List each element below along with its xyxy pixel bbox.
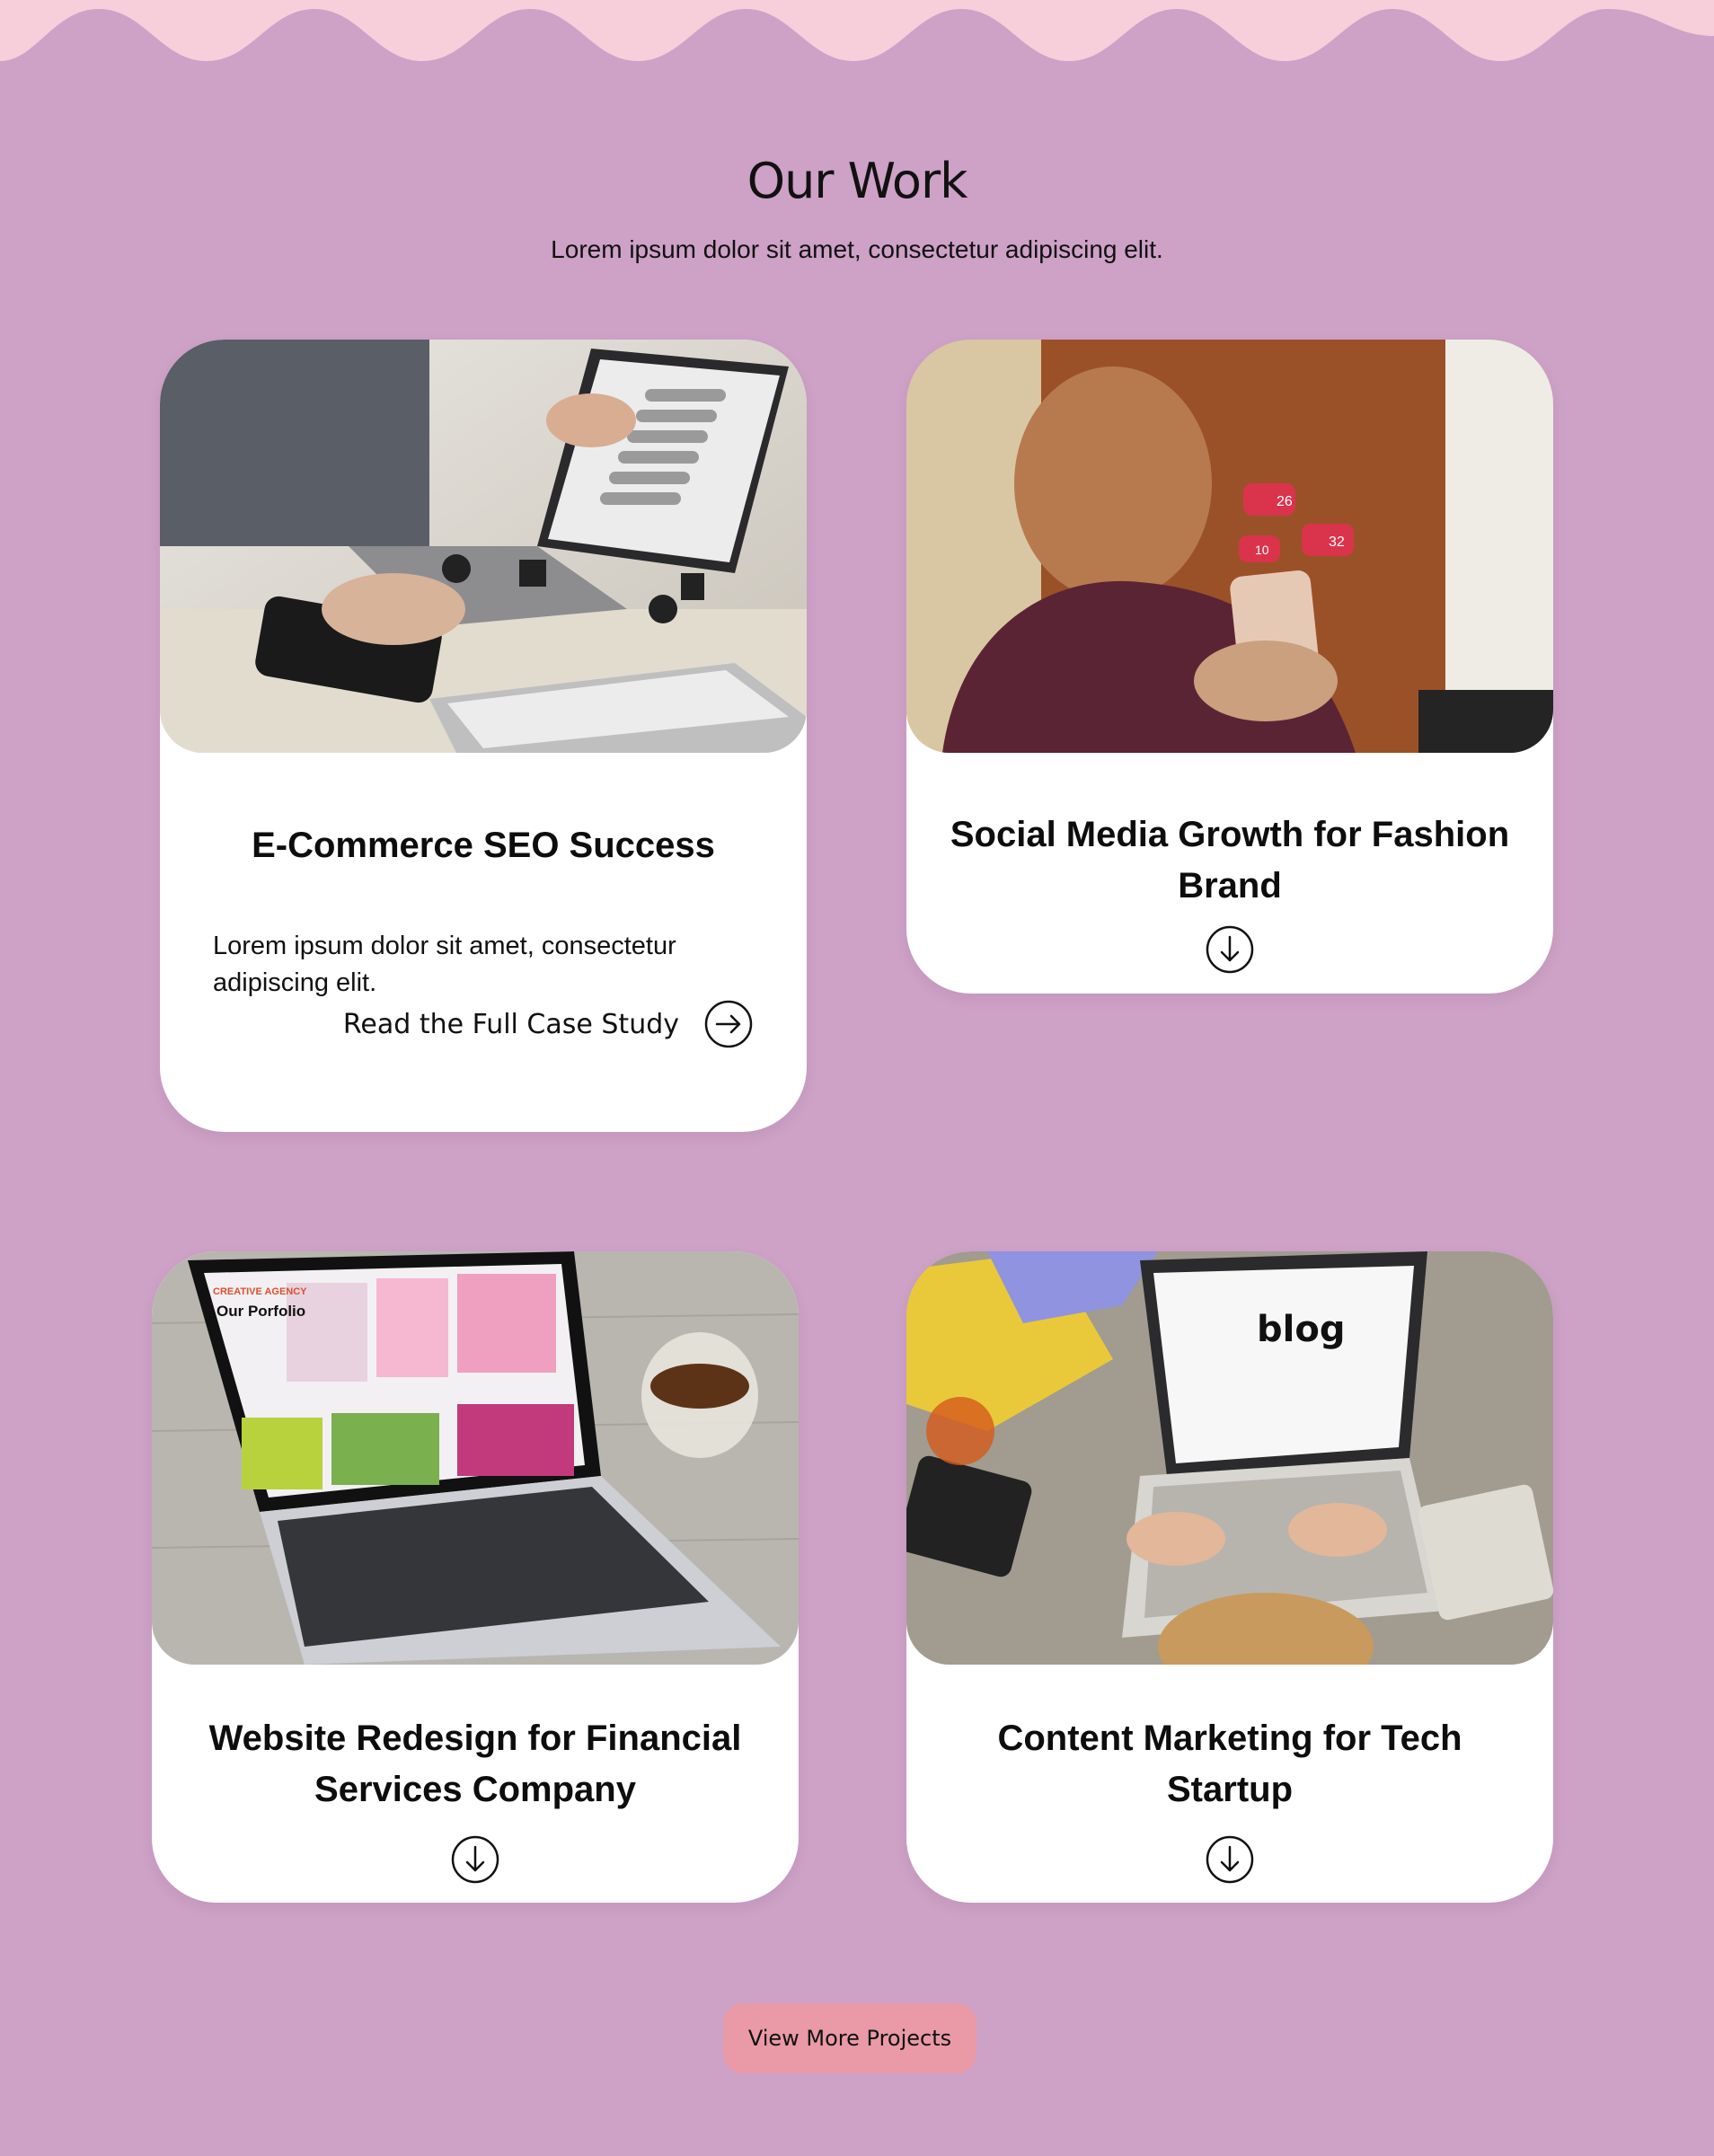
read-case-study-link[interactable]: Read the Full Case Study xyxy=(343,1000,753,1048)
card-title: E-Commerce SEO Success xyxy=(252,826,715,865)
arrow-down-circle-icon[interactable] xyxy=(1206,925,1254,978)
image-text-portfolio: Our Porfolio xyxy=(216,1303,305,1320)
image-text-blog: blog xyxy=(1257,1309,1345,1350)
card-description: Lorem ipsum dolor sit amet, consectetur … xyxy=(213,932,676,997)
top-wave-decoration xyxy=(0,0,1714,61)
card-title: Content Marketing for Tech Startup xyxy=(997,1719,1462,1809)
badge-32: 32 xyxy=(1329,535,1345,550)
view-more-projects-button[interactable]: View More Projects xyxy=(723,2003,976,2073)
case-study-card-ecommerce-seo[interactable]: E-Commerce SEO Success Lorem ipsum dolor… xyxy=(160,340,807,1132)
case-study-card-content-marketing[interactable]: blog Content Marketing for Tech Startup xyxy=(906,1251,1553,1903)
card-title: Social Media Growth for Fashion Brand xyxy=(950,815,1510,906)
arrow-down-circle-icon[interactable] xyxy=(451,1835,499,1888)
badge-10: 10 xyxy=(1255,543,1269,557)
image-text-agency: CREATIVE AGENCY xyxy=(213,1286,307,1297)
seo-laptop-photo xyxy=(160,340,807,753)
section-title: Our Work xyxy=(747,153,968,209)
case-study-card-social-media[interactable]: 26 10 32 Social Media Growth for Fashion… xyxy=(906,340,1553,994)
social-media-phone-photo: 26 10 32 xyxy=(906,340,1553,753)
portfolio-laptop-photo: CREATIVE AGENCY Our Porfolio xyxy=(152,1251,799,1665)
read-case-study-label: Read the Full Case Study xyxy=(342,1008,679,1040)
section-subtitle: Lorem ipsum dolor sit amet, consectetur … xyxy=(551,235,1163,263)
arrow-right-circle-icon[interactable] xyxy=(704,1000,753,1048)
case-study-card-website-redesign[interactable]: CREATIVE AGENCY Our Porfolio Website Red… xyxy=(152,1251,799,1903)
card-title: Website Redesign for Financial Services … xyxy=(208,1719,742,1809)
blog-laptop-photo: blog xyxy=(906,1251,1553,1665)
arrow-down-circle-icon[interactable] xyxy=(1206,1835,1254,1888)
badge-26: 26 xyxy=(1277,494,1293,509)
